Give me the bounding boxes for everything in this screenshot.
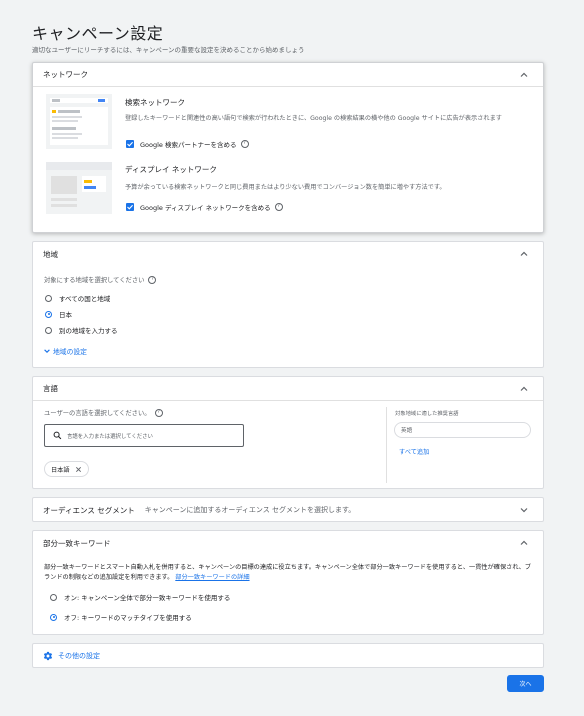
location-radio-japan[interactable] <box>45 310 52 318</box>
help-icon[interactable]: ? <box>240 140 249 148</box>
help-icon[interactable]: ? <box>274 203 283 211</box>
chevron-up-icon[interactable] <box>519 70 529 80</box>
display-network-option[interactable]: Google ディスプレイ ネットワークを含める ? <box>126 202 283 212</box>
broad-match-option-off[interactable]: オフ: キーワードのマッチタイプを使用する <box>50 612 192 622</box>
language-prompt-text: ユーザーの言語を選択してください。 <box>44 410 151 417</box>
search-network-title: 検索ネットワーク <box>125 98 185 107</box>
chevron-up-icon[interactable] <box>519 384 529 394</box>
broad-match-description-text: 部分一致キーワードとスマート自動入札を併用すると、キャンペーンの目標の達成に役立… <box>44 564 531 581</box>
help-icon[interactable]: ? <box>154 408 163 417</box>
display-network-illustration <box>46 162 112 214</box>
chevron-up-icon[interactable] <box>519 249 529 259</box>
language-card: 言語 ユーザーの言語を選択してください。 ? 言語を入力または選択してください … <box>32 376 544 489</box>
broad-match-learn-more-link[interactable]: 部分一致キーワードの詳細 <box>175 574 249 581</box>
suggested-language-label: 英語 <box>401 428 413 434</box>
display-network-checkbox[interactable] <box>126 203 134 211</box>
language-suggest-title: 対象地域に適した推奨言語 <box>395 411 459 417</box>
location-prompt-text: 対象にする地域を選択してください <box>44 277 145 284</box>
language-suggest-divider <box>386 407 387 483</box>
page-subtitle: 適切なユーザーにリーチするには、キャンペーンの重要な設定を決めることから始めまし… <box>32 46 305 54</box>
chevron-down-icon <box>44 349 50 353</box>
location-option-custom[interactable]: 別の地域を入力する <box>45 325 118 335</box>
more-settings-label: その他の設定 <box>58 652 100 660</box>
search-network-description: 登録したキーワードと関連性の高い語句で検索が行われたときに、Google の検索… <box>125 115 502 122</box>
search-network-illustration <box>46 94 112 149</box>
broad-match-header[interactable]: 部分一致キーワード <box>33 531 543 555</box>
location-radio-custom[interactable] <box>45 326 52 334</box>
location-option-label: 別の地域を入力する <box>59 327 118 335</box>
broad-match-card: 部分一致キーワード 部分一致キーワードとスマート自動入札を併用すると、キャンペー… <box>32 530 544 635</box>
language-search-placeholder: 言語を入力または選択してください <box>67 433 153 440</box>
location-header-title: 地域 <box>43 249 58 259</box>
location-prompt: 対象にする地域を選択してください ? <box>44 275 157 284</box>
language-chip-label: 日本語 <box>51 466 70 474</box>
audience-card[interactable]: オーディエンス セグメント キャンペーンに追加するオーディエンス セグメントを選… <box>32 497 544 522</box>
audience-hint: キャンペーンに追加するオーディエンス セグメントを選択します。 <box>144 506 356 514</box>
broad-match-option-on[interactable]: オン: キャンペーン全体で部分一致キーワードを使用する <box>50 592 230 602</box>
location-option-all[interactable]: すべての国と地域 <box>45 293 110 303</box>
network-header[interactable]: ネットワーク <box>33 63 543 87</box>
display-network-title: ディスプレイ ネットワーク <box>125 165 217 174</box>
next-button[interactable]: 次へ <box>507 675 544 692</box>
display-network-description: 予算が余っている検索ネットワークと同じ費用またはより少ない費用でコンバージョン数… <box>125 184 446 191</box>
search-partners-label: Google 検索パートナーを含める <box>140 141 237 149</box>
language-header-title: 言語 <box>43 384 58 393</box>
location-option-japan[interactable]: 日本 <box>45 309 72 319</box>
language-prompt: ユーザーの言語を選択してください。 ? <box>44 408 163 417</box>
search-icon <box>53 431 62 440</box>
close-icon[interactable] <box>75 466 82 473</box>
audience-header[interactable]: オーディエンス セグメント キャンペーンに追加するオーディエンス セグメントを選… <box>33 498 543 522</box>
broad-match-option-label: オン: キャンペーン全体で部分一致キーワードを使用する <box>64 594 231 602</box>
chevron-up-icon[interactable] <box>519 538 529 548</box>
more-settings-header[interactable]: その他の設定 <box>33 644 543 668</box>
location-header[interactable]: 地域 <box>33 242 543 266</box>
suggested-language-chip[interactable]: 英語 <box>394 422 531 438</box>
location-settings-label: 地域の設定 <box>53 348 87 356</box>
language-search-input[interactable]: 言語を入力または選択してください <box>44 424 244 447</box>
location-option-label: すべての国と地域 <box>59 295 111 303</box>
help-icon[interactable]: ? <box>148 275 157 284</box>
broad-match-option-label: オフ: キーワードのマッチタイプを使用する <box>64 614 192 622</box>
broad-match-radio-on[interactable] <box>50 593 57 601</box>
network-card: ネットワーク 検索ネットワーク 登録したキーワードと関連性の高い語句で検索が行わ… <box>32 62 544 233</box>
add-all-languages-link[interactable]: すべて追加 <box>399 447 429 456</box>
language-chip[interactable]: 日本語 <box>44 461 89 477</box>
location-card: 地域 対象にする地域を選択してください ? すべての国と地域 日本 別の地域を入… <box>32 241 544 368</box>
more-settings-card[interactable]: その他の設定 <box>32 643 544 668</box>
audience-header-title: オーディエンス セグメント <box>43 505 135 515</box>
location-option-label: 日本 <box>59 311 72 319</box>
page-title: キャンペーン設定 <box>32 24 164 43</box>
gear-icon <box>43 651 53 661</box>
location-settings-link[interactable]: 地域の設定 <box>43 346 87 356</box>
display-network-label: Google ディスプレイ ネットワークを含める <box>140 204 271 212</box>
network-header-title: ネットワーク <box>43 70 88 79</box>
search-partners-option[interactable]: Google 検索パートナーを含める ? <box>126 139 249 149</box>
search-partners-checkbox[interactable] <box>126 140 134 148</box>
broad-match-header-title: 部分一致キーワード <box>43 538 111 548</box>
chevron-down-icon[interactable] <box>519 505 529 515</box>
broad-match-radio-off[interactable] <box>50 613 57 621</box>
location-radio-all[interactable] <box>45 294 52 302</box>
broad-match-description: 部分一致キーワードとスマート自動入札を併用すると、キャンペーンの目標の達成に役立… <box>44 563 536 583</box>
language-header[interactable]: 言語 <box>33 377 543 401</box>
